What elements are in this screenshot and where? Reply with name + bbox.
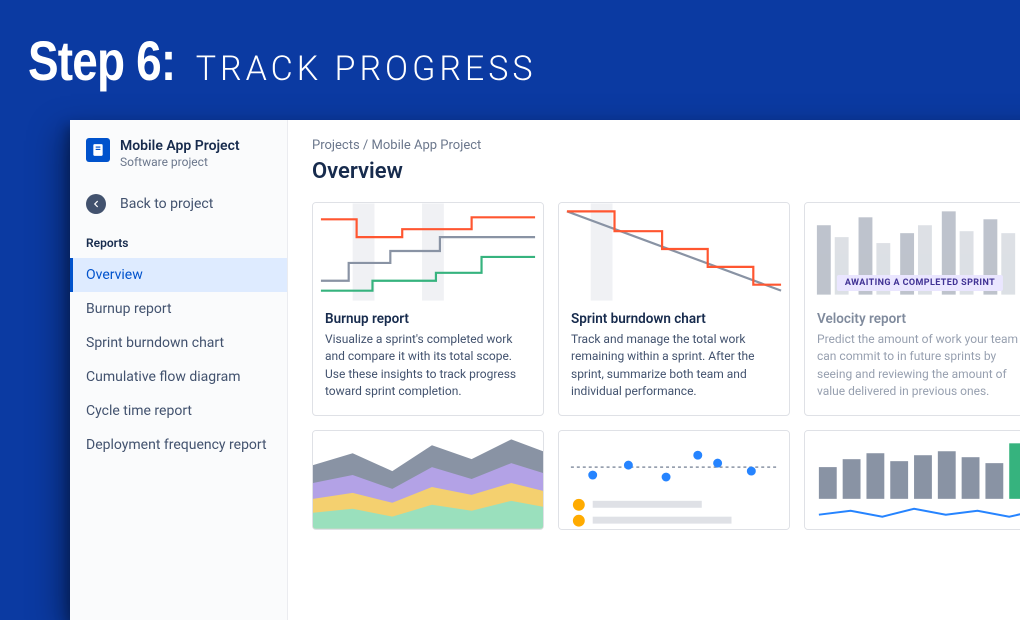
chart-thumb-velocity: AWAITING A COMPLETED SPRINT xyxy=(805,203,1020,301)
nav-deployment-frequency[interactable]: Deployment frequency report xyxy=(70,428,287,462)
chart-thumb-burndown xyxy=(559,203,789,301)
chart-thumb-cycle-time xyxy=(559,431,789,529)
arrow-left-icon xyxy=(86,194,106,214)
main-content: Projects / Mobile App Project Overview B… xyxy=(288,120,1020,620)
card-title: Sprint burndown chart xyxy=(571,311,777,327)
nav-cumulative-flow[interactable]: Cumulative flow diagram xyxy=(70,360,287,394)
status-badge: AWAITING A COMPLETED SPRINT xyxy=(837,275,1003,291)
nav-cycle-time[interactable]: Cycle time report xyxy=(70,394,287,428)
sidebar-section-label: Reports xyxy=(70,228,287,258)
card-cycle-time[interactable] xyxy=(558,430,790,530)
step-number: Step 6: xyxy=(28,28,175,93)
breadcrumb-current: Mobile App Project xyxy=(372,138,482,153)
breadcrumb: Projects / Mobile App Project xyxy=(312,138,1020,153)
nav-burnup[interactable]: Burnup report xyxy=(70,292,287,326)
nav-overview[interactable]: Overview xyxy=(70,258,287,292)
project-name: Mobile App Project xyxy=(120,138,240,155)
nav-burndown[interactable]: Sprint burndown chart xyxy=(70,326,287,360)
back-to-project[interactable]: Back to project xyxy=(70,184,287,228)
page-title: Overview xyxy=(312,159,1020,184)
chart-thumb-deployment xyxy=(805,431,1020,529)
step-title: TRACK PROGRESS xyxy=(196,49,537,89)
card-sprint-burndown[interactable]: Sprint burndown chart Track and manage t… xyxy=(558,202,790,416)
sidebar: Mobile App Project Software project Back… xyxy=(70,120,288,620)
breadcrumb-parent[interactable]: Projects xyxy=(312,138,360,153)
report-cards-grid: Burnup report Visualize a sprint's compl… xyxy=(312,202,1020,530)
project-icon xyxy=(86,138,110,162)
card-desc: Predict the amount of work your team can… xyxy=(817,331,1020,401)
card-deployment-frequency[interactable] xyxy=(804,430,1020,530)
breadcrumb-separator: / xyxy=(360,138,372,153)
card-desc: Visualize a sprint's completed work and … xyxy=(325,331,531,401)
app-window: Mobile App Project Software project Back… xyxy=(70,120,1020,620)
sidebar-nav: Overview Burnup report Sprint burndown c… xyxy=(70,258,287,462)
back-label: Back to project xyxy=(120,196,213,212)
chart-thumb-cumulative xyxy=(313,431,543,529)
card-desc: Track and manage the total work remainin… xyxy=(571,331,777,401)
project-header[interactable]: Mobile App Project Software project xyxy=(70,138,287,184)
card-velocity-report[interactable]: AWAITING A COMPLETED SPRINT Velocity rep… xyxy=(804,202,1020,416)
card-cumulative-flow[interactable] xyxy=(312,430,544,530)
card-title: Velocity report xyxy=(817,311,1020,327)
chart-thumb-burnup xyxy=(313,203,543,301)
card-title: Burnup report xyxy=(325,311,531,327)
card-burnup-report[interactable]: Burnup report Visualize a sprint's compl… xyxy=(312,202,544,416)
project-type: Software project xyxy=(120,155,240,171)
